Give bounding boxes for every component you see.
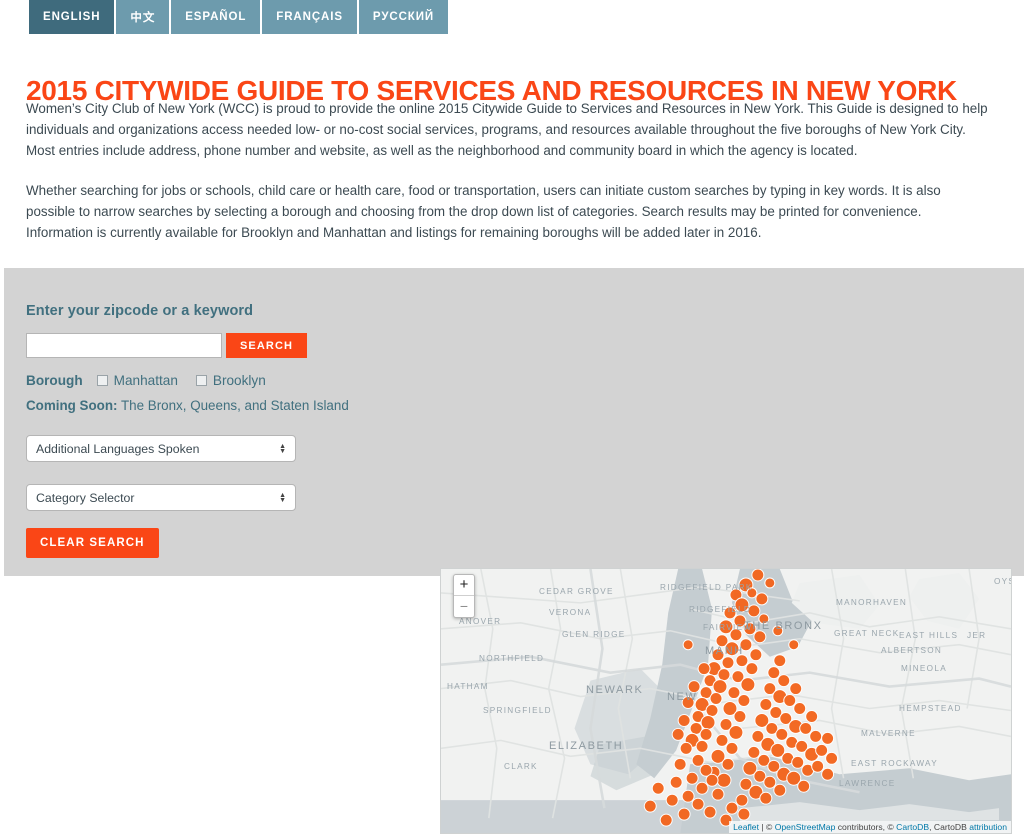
intro-text: Women’s City Club of New York (WCC) is p… <box>26 98 988 262</box>
map-place-label: NEWARK <box>586 684 644 696</box>
map-place-label: NORTHFIELD <box>479 654 545 663</box>
language-tab-spanish[interactable]: ESPAÑOL <box>171 0 261 34</box>
map-place-label: RIDGEFIELD PARK <box>660 583 753 592</box>
map-place-label: CLARK <box>504 762 538 771</box>
map-place-label: HEMPSTEAD <box>899 704 962 713</box>
search-prompt-label: Enter your zipcode or a keyword <box>26 303 254 319</box>
language-tab-french[interactable]: FRANÇAIS <box>262 0 357 34</box>
coming-soon-value: The Bronx, Queens, and Staten Island <box>117 398 349 413</box>
map-place-label: EAST ROCKAWAY <box>851 759 938 768</box>
attrib-mid: contributors, © <box>835 822 897 832</box>
map-place-label: ELIZABETH <box>549 740 624 752</box>
chevron-updown-icon: ▲ ▼ <box>279 491 286 504</box>
cartodb-attribution-link[interactable]: attribution <box>969 822 1007 832</box>
clear-search-button[interactable]: CLEAR SEARCH <box>26 528 159 558</box>
map-place-label: VERONA <box>549 608 592 617</box>
borough-checkbox-manhattan-label: Manhattan <box>113 373 178 388</box>
map-place-label: ALBERTSON <box>881 646 943 655</box>
coming-soon-note: Coming Soon: The Bronx, Queens, and Stat… <box>26 398 406 413</box>
map-place-label: SPRINGFIELD <box>483 706 552 715</box>
map-zoom-controls: + − <box>453 574 475 618</box>
intro-paragraph-2: Whether searching for jobs or schools, c… <box>26 183 941 240</box>
attrib-mid-2: , CartoDB <box>929 822 970 832</box>
search-input[interactable] <box>26 333 222 358</box>
map-place-label: RIDGEFIELD <box>689 605 752 614</box>
map-place-label: OYS <box>994 577 1011 586</box>
map-place-label: MANORHAVEN <box>836 598 908 607</box>
borough-label: Borough <box>26 373 83 388</box>
search-button[interactable]: SEARCH <box>226 333 308 358</box>
map-place-label: MINEOLA <box>901 664 947 673</box>
map-place-label: GLEN RIDGE <box>562 630 626 639</box>
zoom-out-button[interactable]: − <box>454 596 474 617</box>
checkbox-icon[interactable] <box>195 375 207 386</box>
search-band: Enter your zipcode or a keyword SEARCH B… <box>4 268 1024 834</box>
map-place-label: ANOVER <box>459 617 502 626</box>
attrib-sep-1: | © <box>758 822 775 832</box>
search-row: SEARCH <box>26 333 406 358</box>
leaflet-link[interactable]: Leaflet <box>733 822 759 832</box>
language-select[interactable]: Additional Languages Spoken ▲ ▼ <box>26 435 296 462</box>
map-place-label: CEDAR GROVE <box>539 587 614 596</box>
map-place-label: JER <box>967 631 987 640</box>
language-tab-bar: ENGLISH 中文 ESPAÑOL FRANÇAIS РУССКИЙ <box>29 0 450 34</box>
map-place-label: LAWRENCE <box>839 779 896 788</box>
openstreetmap-link[interactable]: OpenStreetMap <box>775 822 836 832</box>
category-select-value: Category Selector <box>36 490 135 505</box>
borough-filter-row: Borough Manhattan Brooklyn <box>26 373 406 388</box>
borough-checkbox-manhattan[interactable]: Manhattan <box>96 373 178 388</box>
language-select-value: Additional Languages Spoken <box>36 441 200 456</box>
map-place-label: MANH <box>705 645 744 657</box>
intro-paragraph-1: Women’s City Club of New York (WCC) is p… <box>26 101 988 158</box>
map-place-label: EAST HILLS <box>899 631 959 640</box>
map-place-label: NEW <box>667 691 698 703</box>
map-place-label: THE BRONX <box>744 620 823 632</box>
language-tab-english[interactable]: ENGLISH <box>29 0 115 34</box>
coming-soon-label: Coming Soon: <box>26 398 118 413</box>
zoom-in-button[interactable]: + <box>454 575 474 596</box>
checkbox-icon[interactable] <box>96 375 108 386</box>
cartodb-link[interactable]: CartoDB <box>896 822 929 832</box>
results-map[interactable]: CEDAR GROVE RIDGEFIELD PARK OYS VERONA RIDGE… <box>440 568 1012 834</box>
chevron-updown-icon: ▲ ▼ <box>279 442 286 455</box>
language-tab-russian[interactable]: РУССКИЙ <box>358 0 449 34</box>
map-place-label: MALVERNE <box>861 729 916 738</box>
map-attribution: Leaflet | © OpenStreetMap contributors, … <box>729 821 1011 833</box>
borough-checkbox-brooklyn-label: Brooklyn <box>212 373 266 388</box>
language-tab-chinese[interactable]: 中文 <box>116 0 170 34</box>
category-select[interactable]: Category Selector ▲ ▼ <box>26 484 296 511</box>
map-place-label: GREAT NECK <box>834 629 900 638</box>
search-panel: Enter your zipcode or a keyword SEARCH B… <box>26 303 406 558</box>
map-place-label: HATHAM <box>447 682 489 691</box>
borough-checkbox-brooklyn[interactable]: Brooklyn <box>195 373 266 388</box>
